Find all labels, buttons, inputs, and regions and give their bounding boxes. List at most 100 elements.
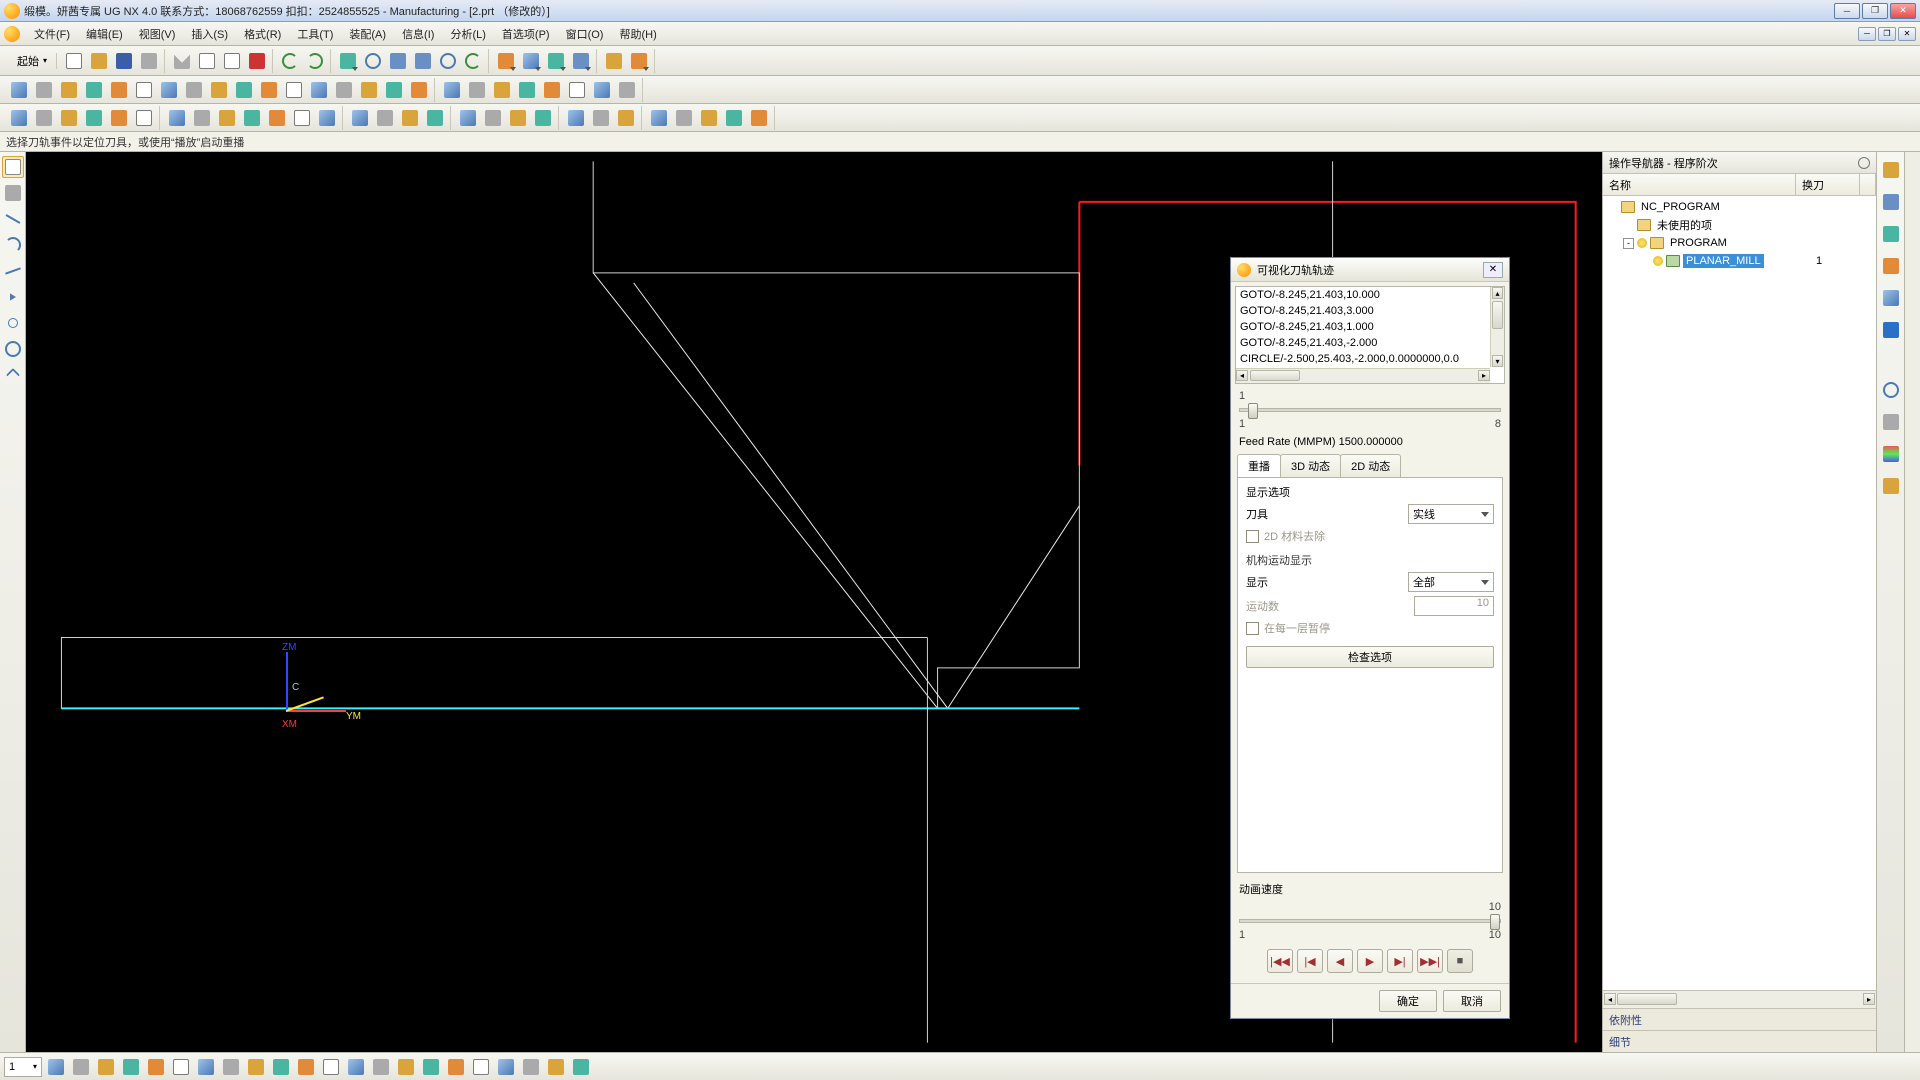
curve-edit-tool-5[interactable] xyxy=(565,78,589,102)
cam-gen-5[interactable] xyxy=(290,106,314,130)
curve-tool-7[interactable] xyxy=(182,78,206,102)
wireframe-button[interactable] xyxy=(519,49,543,73)
open-button[interactable] xyxy=(87,49,111,73)
curve-edit-tool-3[interactable] xyxy=(515,78,539,102)
snap-tool-19[interactable] xyxy=(519,1055,543,1079)
doc-restore-button[interactable]: ❐ xyxy=(1878,27,1896,41)
refresh-button[interactable] xyxy=(461,49,485,73)
cursor-tool-button[interactable] xyxy=(2,156,24,178)
cam-create-4[interactable] xyxy=(107,106,131,130)
layer-combo[interactable]: 1▾ xyxy=(4,1057,42,1077)
menu-item-7[interactable]: 信息(I) xyxy=(394,26,442,44)
curve-edit-tool-4[interactable] xyxy=(540,78,564,102)
cam-create-5[interactable] xyxy=(132,106,156,130)
snap-tool-13[interactable] xyxy=(369,1055,393,1079)
tab-replay[interactable]: 重播 xyxy=(1237,454,1281,477)
print-button[interactable] xyxy=(137,49,161,73)
cam-create-0[interactable] xyxy=(7,106,31,130)
curve-edit-tool-6[interactable] xyxy=(590,78,614,102)
doc-minimize-button[interactable]: ─ xyxy=(1858,27,1876,41)
shade-mode-button[interactable] xyxy=(494,49,518,73)
circle-tool-button[interactable] xyxy=(2,338,24,360)
zoom-area-button[interactable] xyxy=(386,49,410,73)
gcode-hscrollbar[interactable]: ◂▸ xyxy=(1236,368,1490,383)
cam-verify-2[interactable] xyxy=(398,106,422,130)
menu-item-1[interactable]: 编辑(E) xyxy=(78,26,131,44)
curve-tool-12[interactable] xyxy=(307,78,331,102)
gcode-line-1[interactable]: GOTO/-8.245,21.403,3.000 xyxy=(1236,303,1504,319)
cam-post-0[interactable] xyxy=(456,106,480,130)
menu-item-9[interactable]: 首选项(P) xyxy=(494,26,558,44)
cam-sim-1[interactable] xyxy=(589,106,613,130)
snap-tool-21[interactable] xyxy=(569,1055,593,1079)
navigator-footer-details[interactable]: 细节 xyxy=(1603,1030,1876,1052)
line-tool-button[interactable] xyxy=(2,208,24,230)
curve-tool-8[interactable] xyxy=(207,78,231,102)
measure-button[interactable] xyxy=(602,49,626,73)
show-select[interactable]: 全部 xyxy=(1408,572,1494,592)
spline-tool-button[interactable] xyxy=(2,260,24,282)
nav-tool-button[interactable] xyxy=(1879,222,1903,246)
curve-tool-3[interactable] xyxy=(82,78,106,102)
dialog-ok-button[interactable]: 确定 xyxy=(1379,990,1437,1012)
curve-tool-11[interactable] xyxy=(282,78,306,102)
snap-tool-7[interactable] xyxy=(219,1055,243,1079)
curve-edit-tool-1[interactable] xyxy=(465,78,489,102)
cam-create-3[interactable] xyxy=(82,106,106,130)
curve-tool-10[interactable] xyxy=(257,78,281,102)
copy-button[interactable] xyxy=(195,49,219,73)
save-button[interactable] xyxy=(112,49,136,73)
gcode-vscrollbar[interactable]: ▴▾ xyxy=(1490,287,1504,367)
tab-2d-dynamic[interactable]: 2D 动态 xyxy=(1340,454,1401,477)
snap-tool-4[interactable] xyxy=(144,1055,168,1079)
curve-tool-5[interactable] xyxy=(132,78,156,102)
cam-create-1[interactable] xyxy=(32,106,56,130)
tree-row-3[interactable]: PLANAR_MILL1 xyxy=(1603,252,1876,270)
curve-edit-tool-2[interactable] xyxy=(490,78,514,102)
gcode-line-4[interactable]: CIRCLE/-2.500,25.403,-2.000,0.0000000,0.… xyxy=(1236,351,1504,367)
panel-pin-button[interactable] xyxy=(1858,157,1870,169)
snap-tool-15[interactable] xyxy=(419,1055,443,1079)
snap-tool-3[interactable] xyxy=(119,1055,143,1079)
cam-gen-6[interactable] xyxy=(315,106,339,130)
history-button[interactable] xyxy=(1879,410,1903,434)
menu-item-5[interactable]: 工具(T) xyxy=(289,26,341,44)
display-mode-button[interactable] xyxy=(544,49,568,73)
snap-tool-1[interactable] xyxy=(69,1055,93,1079)
curve-tool-4[interactable] xyxy=(107,78,131,102)
gcode-line-3[interactable]: GOTO/-8.245,21.403,-2.000 xyxy=(1236,335,1504,351)
palette-button[interactable] xyxy=(1879,442,1903,466)
cam-gen-1[interactable] xyxy=(190,106,214,130)
window-close-button[interactable]: ✕ xyxy=(1890,3,1916,19)
play-forward-button[interactable]: ▶ xyxy=(1357,949,1383,973)
curve-tool-1[interactable] xyxy=(32,78,56,102)
redo-button[interactable] xyxy=(303,49,327,73)
tab-3d-dynamic[interactable]: 3D 动态 xyxy=(1280,454,1341,477)
curve-tool-15[interactable] xyxy=(382,78,406,102)
paste-button[interactable] xyxy=(220,49,244,73)
rotate-button[interactable] xyxy=(436,49,460,73)
cam-misc-3[interactable] xyxy=(722,106,746,130)
menu-item-6[interactable]: 装配(A) xyxy=(341,26,394,44)
gcode-line-2[interactable]: GOTO/-8.245,21.403,1.000 xyxy=(1236,319,1504,335)
nav-ops-button[interactable] xyxy=(1879,158,1903,182)
analysis-button[interactable] xyxy=(627,49,651,73)
check-options-button[interactable]: 检查选项 xyxy=(1246,646,1494,668)
dialog-close-button[interactable]: ✕ xyxy=(1483,262,1503,278)
view-fit-button[interactable] xyxy=(336,49,360,73)
cam-gen-4[interactable] xyxy=(265,106,289,130)
cam-misc-2[interactable] xyxy=(697,106,721,130)
snap-tool-8[interactable] xyxy=(244,1055,268,1079)
tool-select[interactable]: 实线 xyxy=(1408,504,1494,524)
new-button[interactable] xyxy=(62,49,86,73)
snap-tool-2[interactable] xyxy=(94,1055,118,1079)
curve-tool-2[interactable] xyxy=(57,78,81,102)
gcode-line-0[interactable]: GOTO/-8.245,21.403,10.000 xyxy=(1236,287,1504,303)
cam-verify-3[interactable] xyxy=(423,106,447,130)
window-maximize-button[interactable]: ❐ xyxy=(1862,3,1888,19)
cam-sim-0[interactable] xyxy=(564,106,588,130)
curve-tool-16[interactable] xyxy=(407,78,431,102)
snap-tool-6[interactable] xyxy=(194,1055,218,1079)
cam-post-2[interactable] xyxy=(506,106,530,130)
tree-row-0[interactable]: NC_PROGRAM xyxy=(1603,198,1876,216)
